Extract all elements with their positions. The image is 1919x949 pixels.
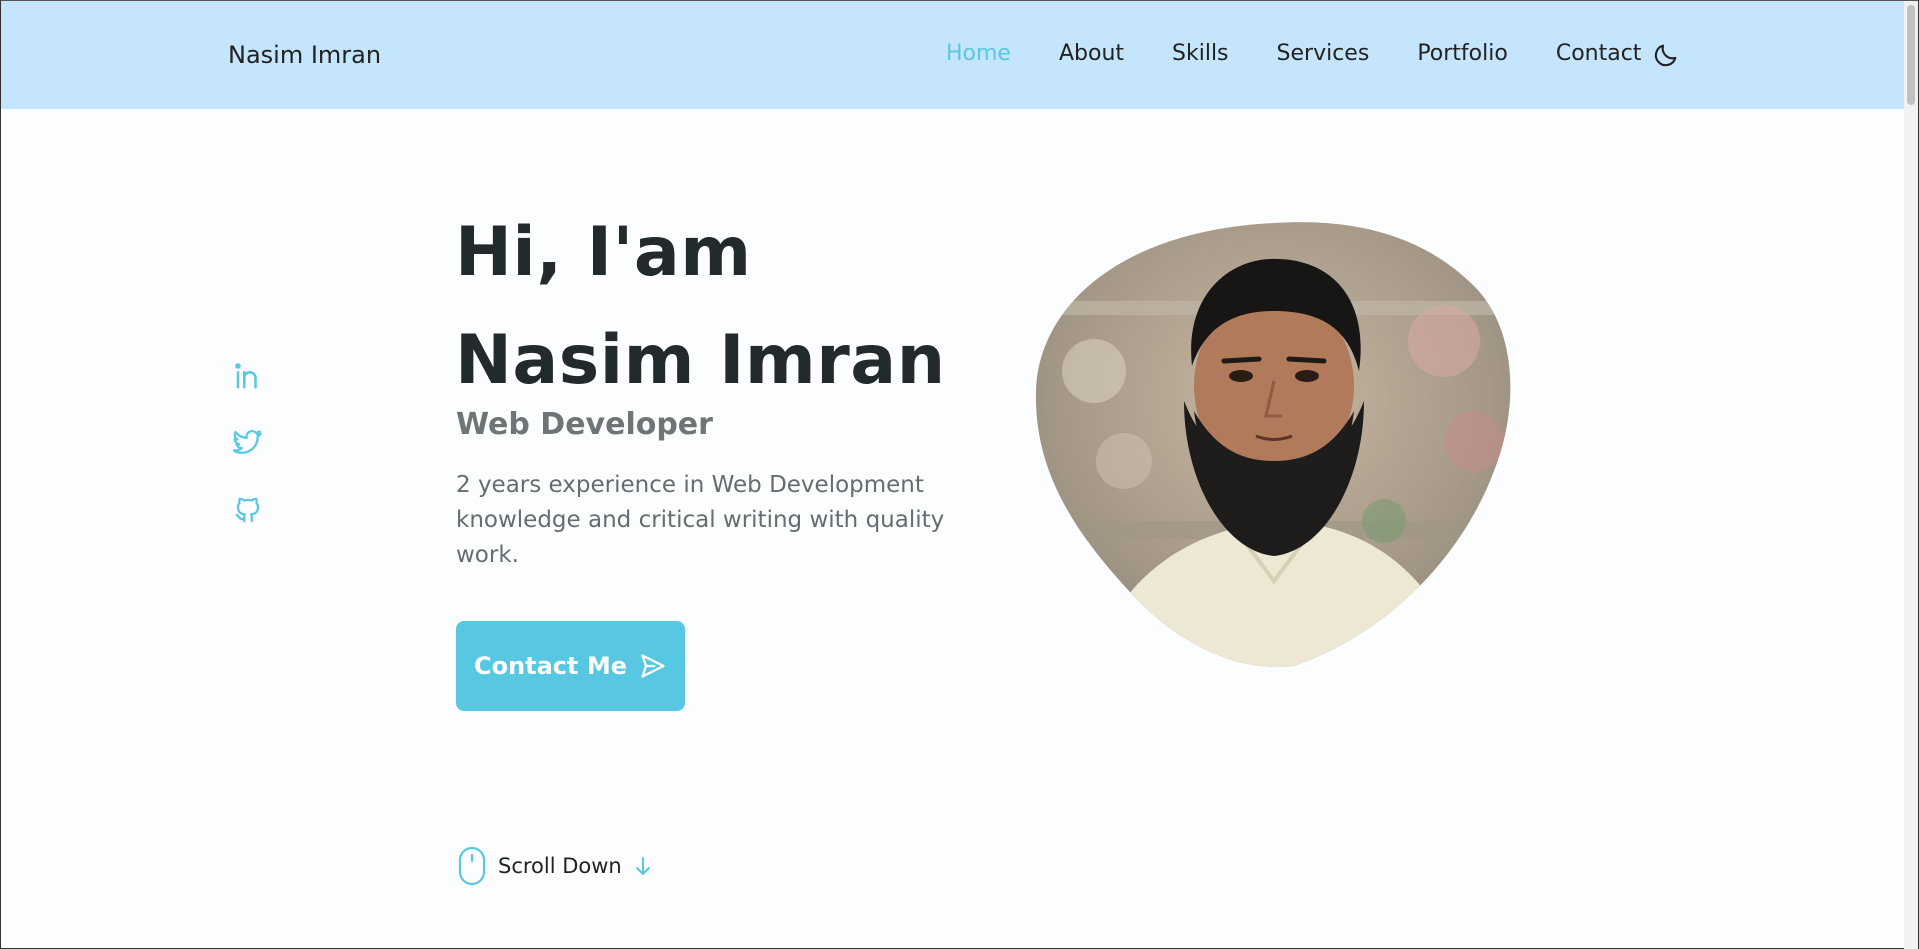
hero-greeting: Hi, I'am: [455, 213, 752, 292]
contact-me-label: Contact Me: [473, 652, 628, 680]
profile-photo: [1035, 222, 1511, 667]
social-links: [233, 361, 263, 562]
nav-home[interactable]: Home: [946, 41, 1011, 66]
hero-description: 2 years experience in Web Development kn…: [456, 472, 945, 568]
nav-skills[interactable]: Skills: [1172, 41, 1229, 66]
twitter-icon[interactable]: [233, 428, 263, 458]
nav-services[interactable]: Services: [1277, 41, 1370, 66]
moon-icon[interactable]: [1652, 41, 1680, 69]
scroll-down-link[interactable]: Scroll Down: [458, 846, 652, 886]
github-icon[interactable]: [233, 495, 263, 525]
send-icon: [641, 654, 665, 678]
mouse-icon: [458, 846, 486, 886]
arrow-down-icon: [635, 857, 650, 875]
linkedin-icon[interactable]: [233, 361, 263, 391]
hero-title: Hi, I'am Nasim Imran: [455, 199, 946, 415]
page: Nasim Imran Home About Skills Services P…: [0, 0, 1919, 949]
header: Nasim Imran Home About Skills Services P…: [1, 1, 1906, 109]
vertical-scrollbar[interactable]: [1904, 1, 1918, 949]
nav-contact[interactable]: Contact: [1556, 41, 1642, 66]
scrollbar-thumb[interactable]: [1907, 5, 1915, 105]
hero-subtitle: Web Developer: [456, 407, 713, 442]
nav-portfolio[interactable]: Portfolio: [1417, 41, 1508, 66]
nav-about[interactable]: About: [1059, 41, 1124, 66]
scroll-down-label: Scroll Down: [498, 854, 622, 878]
contact-me-button[interactable]: Contact Me: [456, 621, 685, 711]
hero-name: Nasim Imran: [455, 321, 946, 400]
site-logo[interactable]: Nasim Imran: [228, 41, 381, 69]
main-nav: Home About Skills Services Portfolio Con…: [946, 41, 1641, 66]
